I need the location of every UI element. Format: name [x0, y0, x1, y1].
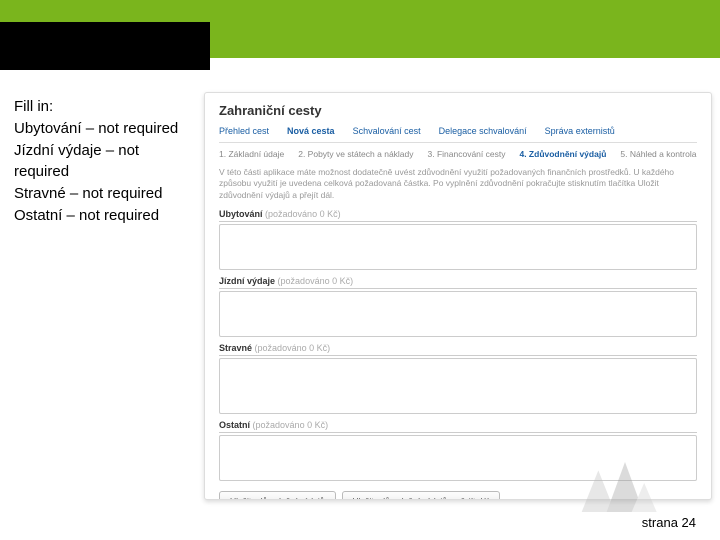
- step-1[interactable]: 1. Základní údaje: [219, 149, 284, 159]
- label-text: Jízdní výdaje: [219, 276, 275, 286]
- tab-nova-cesta[interactable]: Nová cesta: [287, 126, 335, 136]
- app-title: Zahraniční cesty: [219, 103, 697, 118]
- save-button[interactable]: Uložit zdůvodnění výdajů: [219, 491, 336, 500]
- title-block: [0, 22, 210, 70]
- label-text: Stravné: [219, 343, 252, 353]
- step-4[interactable]: 4. Zdůvodnění výdajů: [519, 149, 606, 159]
- instruction-heading: Fill in:: [14, 96, 194, 118]
- field-label: Ubytování (požadováno 0 Kč): [219, 209, 697, 222]
- label-hint: (požadováno 0 Kč): [265, 209, 341, 219]
- instruction-text: Fill in: Ubytování – not required Jízdní…: [14, 92, 194, 500]
- tab-prehled[interactable]: Přehled cest: [219, 126, 269, 136]
- wizard-steps: 1. Základní údaje 2. Pobyty ve státech a…: [219, 149, 697, 159]
- intro-text: V této části aplikace máte možnost dodat…: [219, 167, 697, 201]
- instruction-line: Ubytování – not required: [14, 118, 194, 140]
- page-footer: strana 24: [642, 515, 696, 530]
- tab-externisti[interactable]: Správa externistů: [545, 126, 615, 136]
- app-screenshot: Zahraniční cesty Přehled cest Nová cesta…: [204, 92, 712, 500]
- field-label: Jízdní výdaje (požadováno 0 Kč): [219, 276, 697, 289]
- instruction-line: Stravné – not required: [14, 183, 194, 205]
- slide-content: Fill in: Ubytování – not required Jízdní…: [14, 92, 712, 500]
- field-label: Stravné (požadováno 0 Kč): [219, 343, 697, 356]
- field-stravne: Stravné (požadováno 0 Kč): [219, 343, 697, 414]
- stravne-textarea[interactable]: [219, 358, 697, 414]
- label-hint: (požadováno 0 Kč): [253, 420, 329, 430]
- tab-schvalovani[interactable]: Schvalování cest: [353, 126, 421, 136]
- label-hint: (požadováno 0 Kč): [255, 343, 331, 353]
- instruction-line: Ostatní – not required: [14, 205, 194, 227]
- label-text: Ubytování: [219, 209, 263, 219]
- field-ubytovani: Ubytování (požadováno 0 Kč): [219, 209, 697, 270]
- field-label: Ostatní (požadováno 0 Kč): [219, 420, 697, 433]
- step-5[interactable]: 5. Náhled a kontrola: [620, 149, 696, 159]
- instruction-line: Jízdní výdaje – not required: [14, 140, 194, 184]
- label-hint: (požadováno 0 Kč): [278, 276, 354, 286]
- label-text: Ostatní: [219, 420, 250, 430]
- field-jizdni: Jízdní výdaje (požadováno 0 Kč): [219, 276, 697, 337]
- tab-delegace[interactable]: Delegace schvalování: [439, 126, 527, 136]
- button-row: Uložit zdůvodnění výdajů Uložit zdůvodně…: [219, 491, 697, 500]
- step-3[interactable]: 3. Financování cesty: [428, 149, 506, 159]
- step-2[interactable]: 2. Pobyty ve státech a náklady: [298, 149, 413, 159]
- tab-bar: Přehled cest Nová cesta Schvalování cest…: [219, 126, 697, 143]
- field-ostatni: Ostatní (požadováno 0 Kč): [219, 420, 697, 481]
- ostatni-textarea[interactable]: [219, 435, 697, 481]
- jizdni-textarea[interactable]: [219, 291, 697, 337]
- save-next-button[interactable]: Uložit zdůvodnění výdajů a přejít dál: [342, 491, 501, 500]
- ubytovani-textarea[interactable]: [219, 224, 697, 270]
